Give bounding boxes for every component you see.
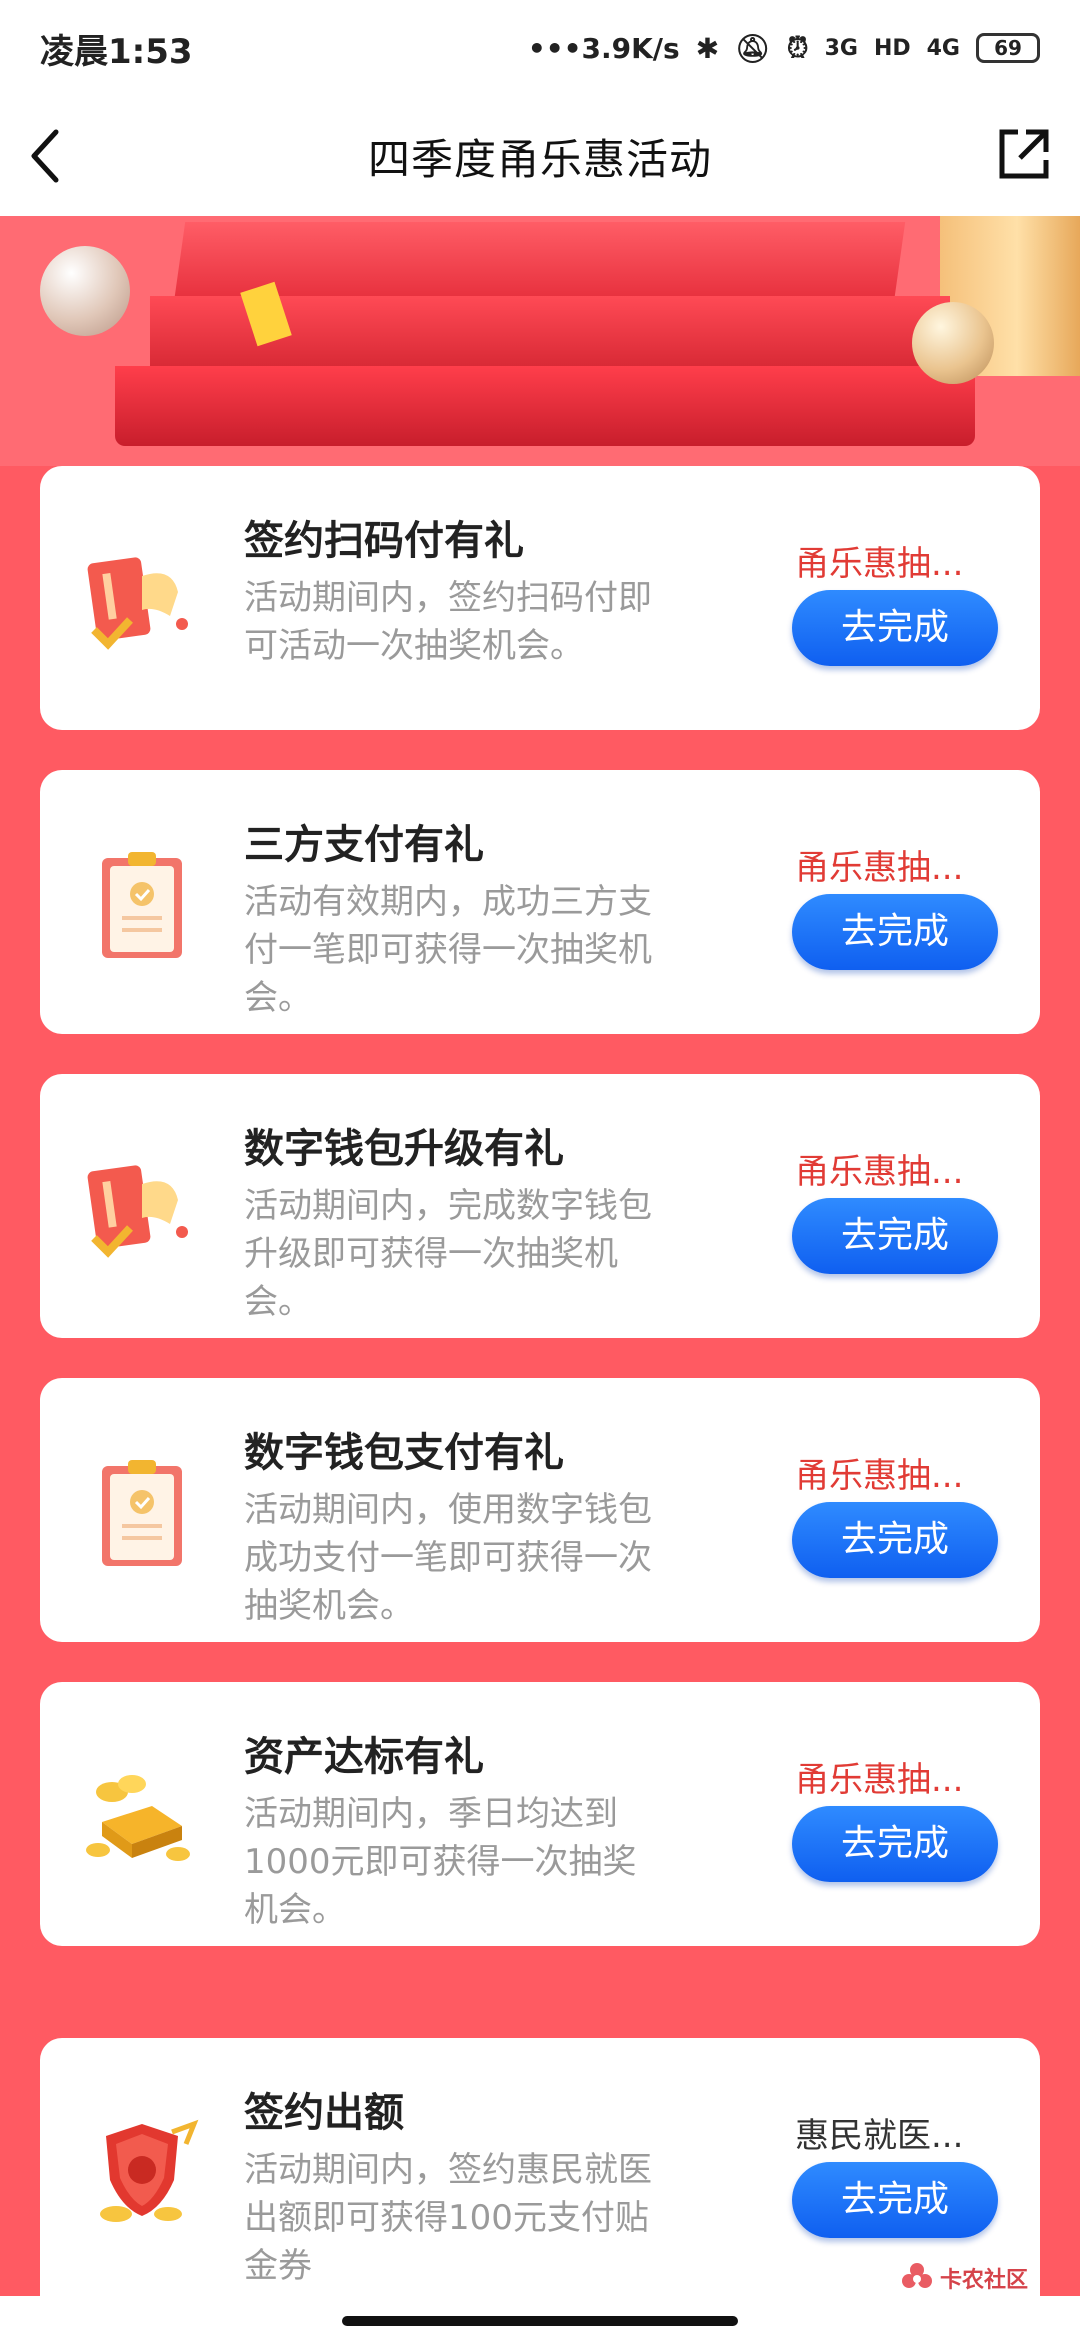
card-check-icon bbox=[82, 546, 202, 656]
task-title: 签约扫码付有礼 bbox=[244, 518, 524, 564]
task-card: 资产达标有礼 活动期间内，季日均达到1000元即可获得一次抽奖机会。 甬乐惠抽.… bbox=[40, 1682, 1040, 1946]
complete-button[interactable]: 去完成 bbox=[792, 1198, 998, 1274]
task-tag: 惠民就医... bbox=[795, 2116, 964, 2156]
task-tag: 甬乐惠抽... bbox=[795, 1152, 964, 1192]
share-button[interactable] bbox=[996, 126, 1052, 182]
gold-ball-decoration bbox=[912, 302, 994, 384]
task-card: 三方支付有礼 活动有效期内，成功三方支付一笔即可获得一次抽奖机会。 甬乐惠抽..… bbox=[40, 770, 1040, 1034]
task-card: 签约出额 活动期间内，签约惠民就医出额即可获得100元支付贴金券 惠民就医...… bbox=[40, 2038, 1040, 2298]
task-card: 签约扫码付有礼 活动期间内，签约扫码付即可活动一次抽奖机会。 甬乐惠抽... 去… bbox=[40, 466, 1040, 730]
hd-badge: HD bbox=[873, 35, 911, 61]
alarm-icon: ⏰︎ bbox=[786, 31, 809, 64]
status-time: 凌晨1:53 bbox=[40, 31, 193, 72]
external-link-icon bbox=[999, 129, 1049, 179]
page-title: 四季度甬乐惠活动 bbox=[367, 134, 712, 184]
status-icons: •••3.9K/s ✱ 🔕︎ ⏰︎ 3G HD 4G 69 bbox=[528, 31, 1040, 65]
complete-button[interactable]: 去完成 bbox=[792, 1502, 998, 1578]
clipboard-check-icon bbox=[82, 1458, 202, 1568]
network-3g-label: 3G bbox=[824, 35, 858, 61]
complete-button[interactable]: 去完成 bbox=[792, 1806, 998, 1882]
task-tag: 甬乐惠抽... bbox=[795, 1760, 964, 1800]
home-indicator[interactable] bbox=[342, 2316, 738, 2326]
task-title: 资产达标有礼 bbox=[244, 1734, 484, 1780]
task-title: 签约出额 bbox=[244, 2090, 404, 2136]
task-tag: 甬乐惠抽... bbox=[795, 848, 964, 888]
task-card: 数字钱包支付有礼 活动期间内，使用数字钱包成功支付一笔即可获得一次抽奖机会。 甬… bbox=[40, 1378, 1040, 1642]
clipboard-check-icon bbox=[82, 850, 202, 960]
pearl-ball-decoration bbox=[40, 246, 130, 336]
mute-icon: 🔕︎ bbox=[735, 31, 771, 65]
watermark-text: 卡农社区 bbox=[940, 2268, 1029, 2293]
bluetooth-icon: ✱ bbox=[695, 31, 720, 65]
flower-logo-icon bbox=[902, 2263, 932, 2288]
stage-step-top bbox=[174, 222, 906, 296]
task-card: 数字钱包升级有礼 活动期间内，完成数字钱包升级即可获得一次抽奖机会。 甬乐惠抽.… bbox=[40, 1074, 1040, 1338]
task-description: 活动期间内，签约惠民就医出额即可获得100元支付贴金券 bbox=[244, 2150, 652, 2286]
stage-step-bottom bbox=[115, 366, 975, 446]
network-4g-label: 4G bbox=[926, 35, 960, 61]
task-description: 活动期间内，季日均达到1000元即可获得一次抽奖机会。 bbox=[244, 1794, 637, 1930]
shield-coins-icon bbox=[82, 2118, 202, 2228]
complete-button[interactable]: 去完成 bbox=[792, 590, 998, 666]
hero-banner bbox=[0, 216, 1080, 466]
task-title: 数字钱包升级有礼 bbox=[244, 1126, 564, 1172]
task-title: 数字钱包支付有礼 bbox=[244, 1430, 564, 1476]
card-check-icon bbox=[82, 1154, 202, 1264]
task-tag: 甬乐惠抽... bbox=[795, 544, 964, 584]
task-description: 活动有效期内，成功三方支付一笔即可获得一次抽奖机会。 bbox=[244, 882, 652, 1018]
watermark: 卡农社区 bbox=[900, 2256, 1060, 2300]
task-description: 活动期间内，签约扫码付即可活动一次抽奖机会。 bbox=[244, 578, 652, 666]
chevron-left-icon bbox=[31, 129, 59, 183]
task-description: 活动期间内，完成数字钱包升级即可获得一次抽奖机会。 bbox=[244, 1186, 652, 1322]
nav-header: 四季度甬乐惠活动 bbox=[0, 96, 1080, 216]
complete-button[interactable]: 去完成 bbox=[792, 894, 998, 970]
task-description: 活动期间内，使用数字钱包成功支付一笔即可获得一次抽奖机会。 bbox=[244, 1490, 652, 1626]
task-tag: 甬乐惠抽... bbox=[795, 1456, 964, 1496]
gold-coins-icon bbox=[82, 1762, 202, 1872]
task-title: 三方支付有礼 bbox=[244, 822, 484, 868]
network-speed: •••3.9K/s bbox=[527, 31, 680, 65]
back-button[interactable] bbox=[26, 126, 76, 186]
battery-icon: 69 bbox=[976, 33, 1040, 63]
complete-button[interactable]: 去完成 bbox=[792, 2162, 998, 2238]
status-bar: 凌晨1:53 •••3.9K/s ✱ 🔕︎ ⏰︎ 3G HD 4G 69 bbox=[0, 0, 1080, 96]
